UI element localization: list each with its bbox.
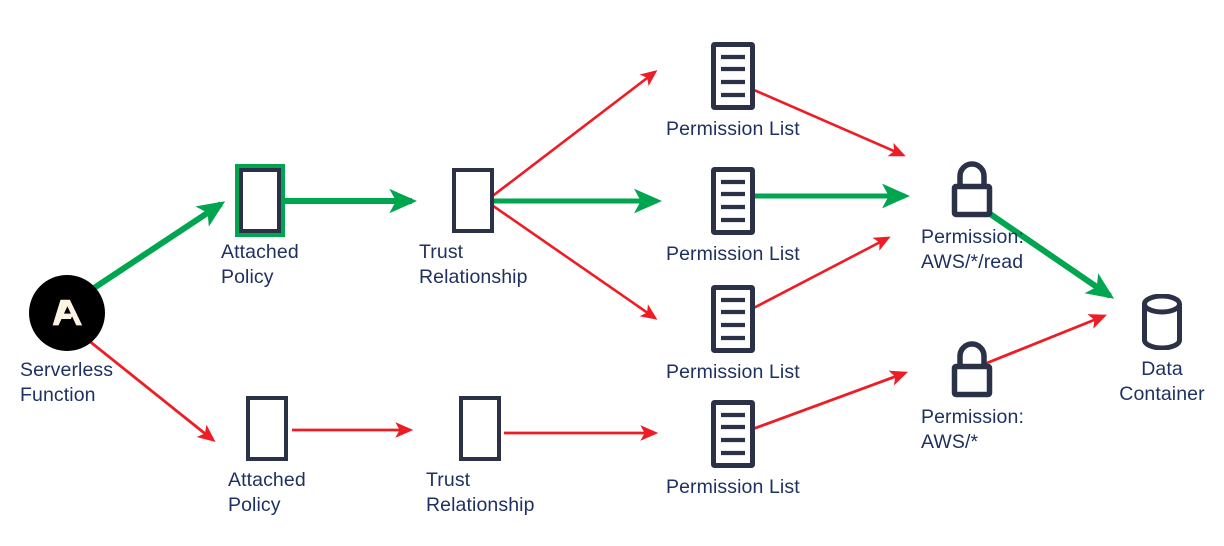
node-permission-aws-all[interactable]: Permission: AWS/* (921, 340, 1024, 455)
node-label: Serverless Function (20, 359, 114, 406)
node-serverless-function[interactable]: Serverless Function (20, 275, 113, 408)
node-attached-policy-bottom[interactable]: Attached Policy (228, 396, 306, 518)
node-trust-relationship-bottom[interactable]: Trust Relationship (426, 396, 535, 518)
node-label: Attached Policy (228, 469, 306, 516)
node-label: Data Container (1119, 358, 1205, 405)
policy-box-icon (234, 164, 285, 237)
document-icon (710, 285, 755, 353)
node-permission-list-2[interactable]: Permission List (666, 167, 800, 267)
policy-box-icon (459, 396, 502, 461)
edge-layer (87, 70, 1115, 443)
database-icon (1142, 294, 1182, 350)
node-label: Trust Relationship (426, 469, 535, 516)
node-permission-list-1[interactable]: Permission List (666, 42, 800, 142)
node-label: Permission List (666, 243, 800, 265)
node-label: Permission List (666, 476, 800, 498)
node-data-container[interactable]: Data Container (1100, 294, 1224, 407)
diagram-canvas: Serverless Function Attached Policy Trus… (0, 0, 1224, 546)
lock-icon (952, 161, 993, 218)
lock-icon (952, 341, 993, 398)
node-label: Permission List (666, 118, 800, 140)
node-permission-list-3[interactable]: Permission List (666, 285, 800, 385)
document-icon (710, 400, 755, 468)
policy-box-icon (245, 396, 288, 461)
document-icon (710, 42, 755, 110)
node-trust-relationship-top[interactable]: Trust Relationship (419, 168, 528, 290)
node-attached-policy-top[interactable]: Attached Policy (221, 164, 299, 290)
node-permission-list-4[interactable]: Permission List (666, 400, 800, 500)
node-label: Attached Policy (221, 241, 299, 288)
document-icon (710, 167, 755, 235)
node-label: Trust Relationship (419, 241, 528, 288)
node-label: Permission: AWS/*/read (921, 226, 1024, 273)
lambda-icon (28, 275, 105, 351)
node-label: Permission List (666, 361, 800, 383)
policy-box-icon (452, 168, 495, 233)
node-permission-aws-read[interactable]: Permission: AWS/*/read (921, 160, 1024, 275)
node-label: Permission: AWS/* (921, 406, 1024, 453)
